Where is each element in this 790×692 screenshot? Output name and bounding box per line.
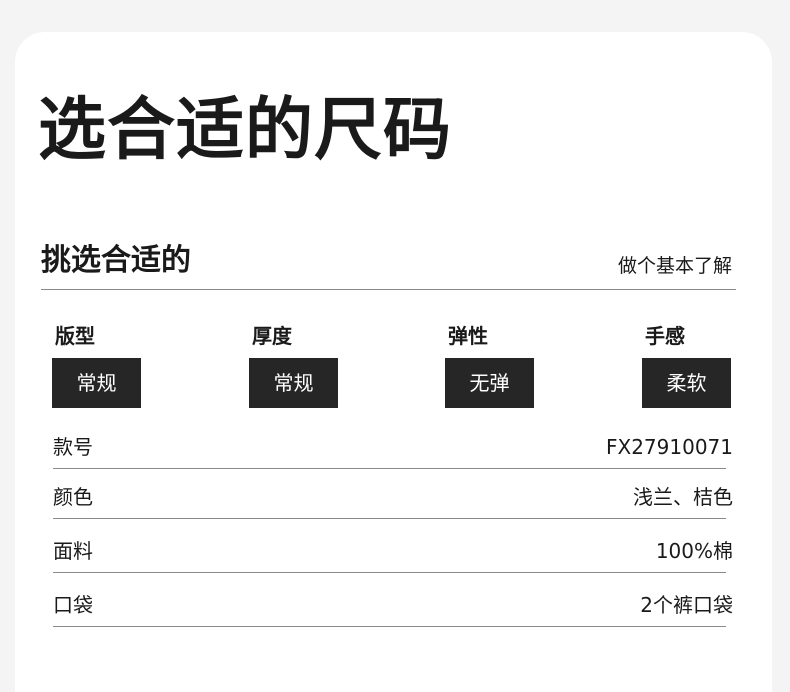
info-value: FX27910071: [605, 435, 733, 459]
info-label: 款号: [53, 435, 93, 459]
attribute-value-badge: 无弹: [445, 358, 534, 408]
info-row-color: 颜色 浅兰、桔色: [53, 469, 733, 519]
attribute-thickness: 厚度 常规: [249, 322, 369, 408]
attribute-label: 厚度: [252, 324, 292, 348]
info-label: 颜色: [53, 485, 93, 509]
attribute-value-badge: 常规: [52, 358, 141, 408]
attribute-label: 版型: [55, 324, 95, 348]
attribute-value-badge: 常规: [249, 358, 338, 408]
section-header: 挑选合适的 做个基本了解: [41, 240, 736, 290]
attribute-label: 手感: [645, 324, 685, 348]
info-value: 2个裤口袋: [640, 593, 733, 617]
attribute-label: 弹性: [448, 324, 488, 348]
info-row-pockets: 口袋 2个裤口袋: [53, 573, 733, 627]
section-title: 挑选合适的: [41, 243, 191, 278]
attribute-elasticity: 弹性 无弹: [445, 322, 565, 408]
attribute-value-badge: 柔软: [642, 358, 731, 408]
info-row-fabric: 面料 100%棉: [53, 519, 733, 573]
info-row-style-number: 款号 FX27910071: [53, 430, 733, 469]
attribute-fit: 版型 常规: [52, 322, 172, 408]
info-value: 浅兰、桔色: [633, 485, 733, 509]
info-label: 口袋: [53, 593, 93, 617]
info-label: 面料: [53, 539, 93, 563]
page-title: 选合适的尺码: [38, 91, 453, 170]
attribute-feel: 手感 柔软: [642, 322, 762, 408]
learn-basics-link[interactable]: 做个基本了解: [618, 253, 732, 279]
info-value: 100%棉: [655, 539, 733, 563]
